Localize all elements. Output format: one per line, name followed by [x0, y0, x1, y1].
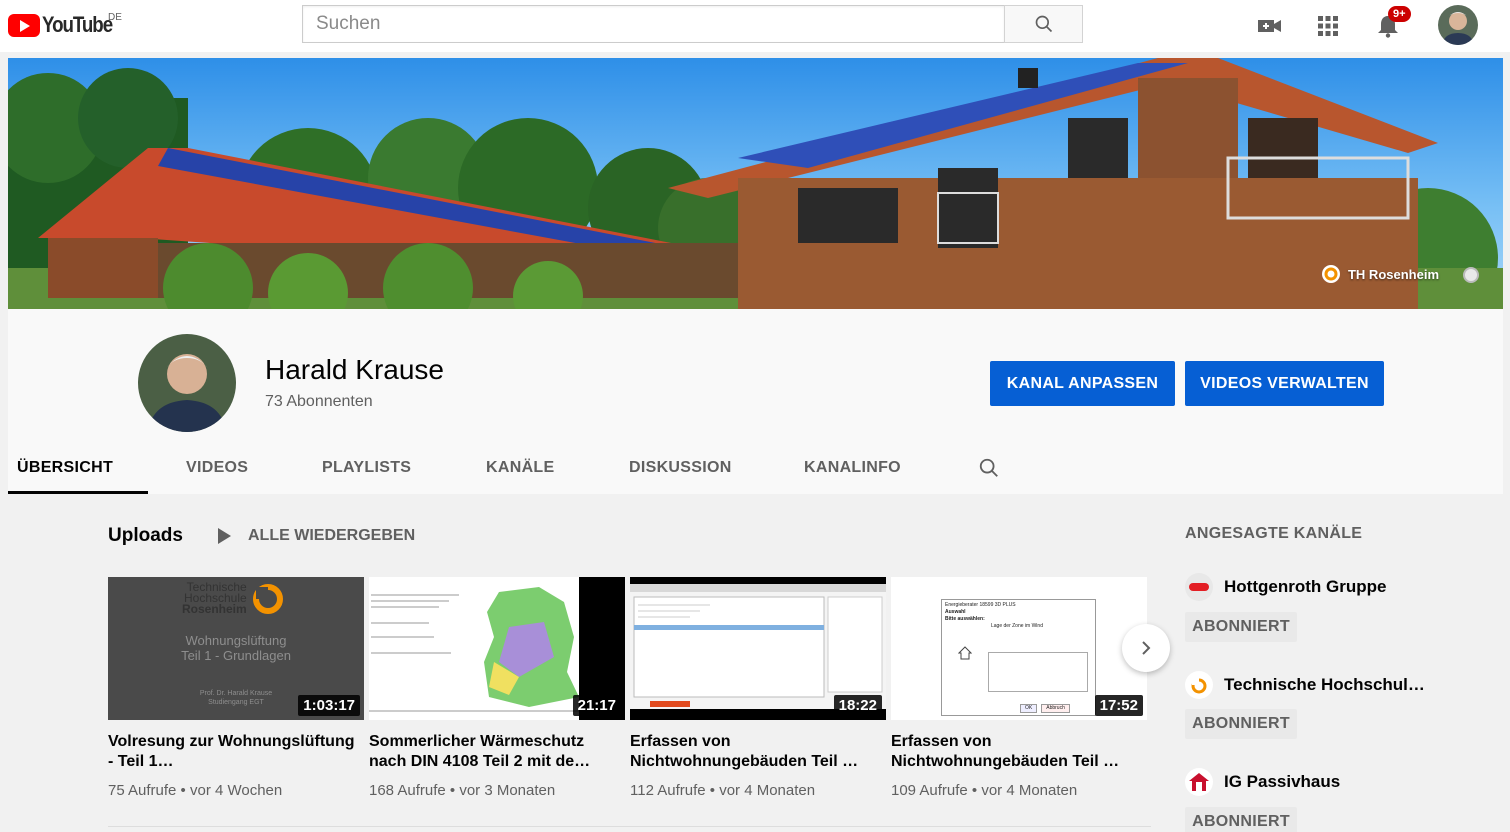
hottgenroth-logo-icon — [1185, 573, 1213, 601]
search-icon — [1035, 15, 1052, 33]
search-bar — [302, 5, 1083, 43]
channel-search-button[interactable] — [978, 441, 1000, 494]
house-icon — [958, 646, 972, 660]
featured-channel-name: IG Passivhaus — [1224, 772, 1341, 791]
video-card[interactable]: 21:17 Sommerlicher Wärmeschutz nach DIN … — [369, 577, 625, 799]
video-meta: 112 Aufrufe • vor 4 Monaten — [630, 782, 816, 799]
thumb-dialog: Energieberater 18599 3D PLUS Auswahl Bit… — [941, 599, 1096, 716]
thumb-dialog-field: Lage der Zone im Wind — [991, 623, 1043, 629]
video-card[interactable]: Technische Hochschule Rosenheim Wohnungs… — [108, 577, 364, 799]
video-meta: 75 Aufrufe • vor 4 Wochen — [108, 782, 283, 799]
uploads-heading[interactable]: Uploads — [108, 525, 183, 547]
subscribed-button[interactable]: ABONNIERT — [1185, 807, 1297, 832]
channel-header: Harald Krause 73 Abonnenten KANAL ANPASS… — [8, 309, 1503, 494]
featured-channel-ig-passivhaus[interactable]: IG Passivhaus — [1185, 768, 1340, 796]
video-duration: 18:22 — [833, 695, 882, 716]
channel-name: Harald Krause — [265, 354, 444, 385]
channel-avatar[interactable] — [138, 334, 236, 432]
account-avatar[interactable] — [1438, 5, 1478, 45]
customize-channel-button[interactable]: KANAL ANPASSEN — [990, 361, 1175, 406]
active-tab-indicator — [8, 491, 148, 494]
video-thumbnail[interactable]: Energieberater 18599 3D PLUS Auswahl Bit… — [891, 577, 1147, 720]
thumb-cancel: Abbruch — [1041, 704, 1070, 713]
search-input[interactable] — [302, 5, 1004, 43]
carousel-next-button[interactable] — [1122, 624, 1170, 672]
notification-badge: 9+ — [1388, 6, 1411, 22]
channel-tabs: ÜBERSICHT VIDEOS PLAYLISTS KANÄLE DISKUS… — [8, 441, 1503, 494]
featured-channel-hottgenroth[interactable]: Hottgenroth Gruppe — [1185, 573, 1386, 601]
chevron-right-icon — [1142, 641, 1151, 655]
video-title[interactable]: Volresung zur Wohnungslüftung - Teil 1… — [108, 732, 364, 772]
video-title[interactable]: Sommerlicher Wärmeschutz nach DIN 4108 T… — [369, 732, 625, 772]
search-button[interactable] — [1004, 5, 1083, 43]
avatar-image — [1438, 5, 1478, 45]
video-thumbnail[interactable]: Technische Hochschule Rosenheim Wohnungs… — [108, 577, 364, 720]
tab-about[interactable]: KANALINFO — [804, 441, 901, 494]
video-duration: 1:03:17 — [298, 695, 360, 716]
region-label: DE — [108, 12, 122, 23]
tab-discussion[interactable]: DISKUSSION — [629, 441, 732, 494]
manage-videos-button[interactable]: VIDEOS VERWALTEN — [1185, 361, 1384, 406]
video-card[interactable]: Energieberater 18599 3D PLUS Auswahl Bit… — [891, 577, 1147, 799]
thumb-heading: Wohnungslüftung — [185, 633, 287, 648]
featured-channel-name: Hottgenroth Gruppe — [1224, 577, 1387, 596]
globe-icon[interactable] — [1463, 267, 1479, 283]
channel-avatar-image — [138, 334, 236, 432]
thumb-dialog-section: Auswahl — [945, 609, 966, 615]
video-card[interactable]: 18:22 Erfassen von Nichtwohnungebäuden T… — [630, 577, 886, 799]
video-camera-icon — [1258, 20, 1281, 32]
banner-link-th-rosenheim[interactable]: TH Rosenheim — [1321, 265, 1439, 283]
top-bar: YouTube DE 9+ — [0, 0, 1510, 52]
play-all-label: ALLE WIEDERGEBEN — [248, 527, 416, 544]
th-rosenheim-icon — [1321, 265, 1340, 283]
play-icon — [218, 528, 231, 544]
th-rosenheim-logo-icon — [253, 584, 283, 614]
video-duration: 17:52 — [1094, 695, 1143, 716]
notifications-button[interactable]: 9+ — [1370, 6, 1411, 44]
featured-channel-th-rosenheim[interactable]: Technische Hochschul… — [1185, 671, 1425, 699]
subscribed-button[interactable]: ABONNIERT — [1185, 612, 1297, 642]
subscribed-button[interactable]: ABONNIERT — [1185, 709, 1297, 739]
video-meta: 109 Aufrufe • vor 4 Monaten — [891, 782, 1078, 799]
thumb-subheading: Teil 1 - Grundlagen — [181, 648, 291, 663]
video-title[interactable]: Erfassen von Nichtwohnungebäuden Teil … — [630, 732, 886, 772]
section-divider — [108, 826, 1151, 827]
apps-grid-icon — [1318, 16, 1338, 36]
channel-banner: TH Rosenheim — [8, 58, 1503, 309]
tab-overview[interactable]: ÜBERSICHT — [17, 441, 113, 494]
search-icon — [979, 458, 998, 477]
logo-text: YouTube — [42, 12, 113, 37]
featured-channels-heading: ANGESAGTE KANÄLE — [1185, 525, 1363, 542]
apps-button[interactable] — [1310, 8, 1346, 44]
thumb-dialog-prompt: Bitte auswählen: — [945, 616, 985, 622]
tab-playlists[interactable]: PLAYLISTS — [322, 441, 411, 494]
banner-link-label: TH Rosenheim — [1347, 266, 1439, 282]
video-meta: 168 Aufrufe • vor 3 Monaten — [369, 782, 556, 799]
tab-videos[interactable]: VIDEOS — [186, 441, 248, 494]
subscriber-count: 73 Abonnenten — [265, 393, 373, 410]
video-thumbnail[interactable]: 18:22 — [630, 577, 886, 720]
thumb-dialog-title: Energieberater 18599 3D PLUS — [945, 602, 1016, 608]
video-duration: 21:17 — [572, 695, 621, 716]
video-title[interactable]: Erfassen von Nichtwohnungebäuden Teil … — [891, 732, 1147, 772]
th-rosenheim-logo-icon — [1185, 671, 1213, 699]
video-thumbnail[interactable]: 21:17 — [369, 577, 625, 720]
youtube-logo[interactable]: YouTube — [8, 12, 124, 38]
play-all-button[interactable]: ALLE WIEDERGEBEN — [218, 527, 415, 545]
youtube-play-icon — [8, 13, 40, 37]
thumb-ok: OK — [1020, 704, 1038, 713]
thumb-logo-text: Technische Hochschule Rosenheim — [182, 580, 247, 616]
tab-channels[interactable]: KANÄLE — [486, 441, 554, 494]
ig-passivhaus-logo-icon — [1185, 768, 1213, 796]
banner-image — [8, 58, 1503, 309]
featured-channel-name: Technische Hochschul… — [1224, 675, 1425, 694]
create-video-button[interactable] — [1252, 8, 1288, 44]
